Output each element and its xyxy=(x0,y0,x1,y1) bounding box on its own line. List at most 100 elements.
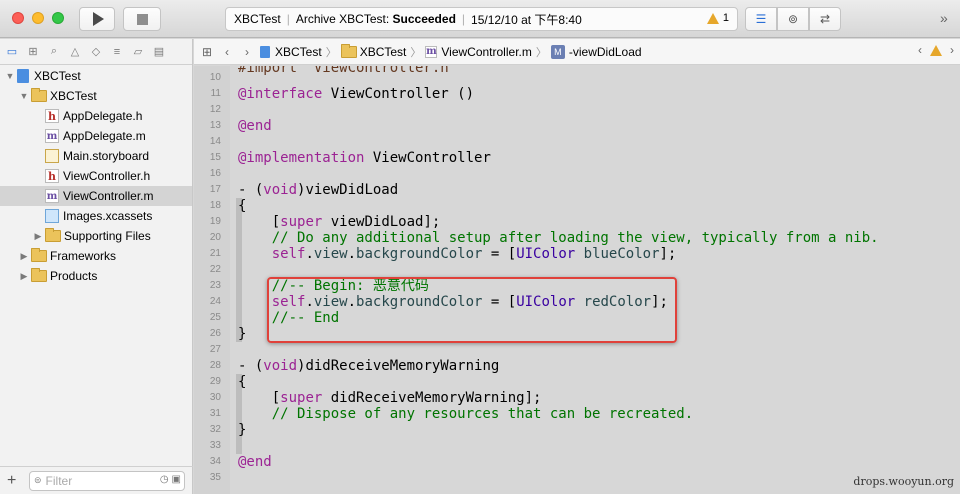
line-number: 27 xyxy=(209,344,221,355)
file-tree-label: ViewController.h xyxy=(63,169,151,183)
breadcrumb-method[interactable]: -viewDidLoad xyxy=(569,45,642,59)
code-line[interactable]: 30 [super didReceiveMemoryWarning]; xyxy=(194,390,960,406)
filter-input[interactable]: ⊜ Filter ◷ ▣ xyxy=(29,470,185,491)
folder-icon xyxy=(340,43,357,58)
debug-icon[interactable]: ≡ xyxy=(110,45,124,59)
line-number: 12 xyxy=(209,104,221,115)
code-line[interactable]: 29 { xyxy=(194,374,960,390)
file-tree-row[interactable]: ▶ Frameworks xyxy=(0,246,192,266)
code-line[interactable]: 20 // Do any additional setup after load… xyxy=(194,230,960,246)
code-line[interactable]: 31 // Dispose of any resources that can … xyxy=(194,406,960,422)
arrows-icon: ⇄ xyxy=(819,12,831,26)
file-tree-label: Images.xcassets xyxy=(63,209,153,223)
disclosure-open-icon[interactable]: ▼ xyxy=(5,71,15,81)
code-line[interactable]: 22 xyxy=(194,262,960,278)
file-tree-row[interactable]: ▶ Products xyxy=(0,266,192,286)
disclosure-closed-icon[interactable]: ▶ xyxy=(19,251,29,262)
code-line[interactable]: 16 xyxy=(194,166,960,182)
close-window-button[interactable] xyxy=(12,12,24,24)
code-line[interactable]: 27 xyxy=(194,342,960,358)
code-line[interactable]: 17 - (void)viewDidLoad xyxy=(194,182,960,198)
recent-icon[interactable]: ◷ xyxy=(160,474,169,485)
line-number: 19 xyxy=(209,216,221,227)
code-line[interactable]: 21 self.view.backgroundColor = [UIColor … xyxy=(194,246,960,262)
folder-icon xyxy=(31,268,47,282)
breadcrumb-group[interactable]: XBCTest xyxy=(360,45,407,59)
code-text: @end xyxy=(238,118,272,134)
file-tree-row[interactable]: h AppDelegate.h xyxy=(0,106,192,126)
highlight-box xyxy=(267,277,677,343)
back-arrow-icon[interactable]: ‹ xyxy=(220,45,234,59)
standard-editor-button[interactable]: ☰ xyxy=(745,7,777,31)
stop-icon xyxy=(136,13,148,25)
file-tree-row[interactable]: Main.storyboard xyxy=(0,146,192,166)
test-icon[interactable]: ◇ xyxy=(89,45,103,59)
warning-icon[interactable] xyxy=(930,44,942,56)
code-line[interactable]: 12 xyxy=(194,102,960,118)
folder-icon[interactable]: ▭ xyxy=(5,45,19,59)
disclosure-open-icon[interactable]: ▼ xyxy=(19,91,29,101)
code-line[interactable]: 18 { xyxy=(194,198,960,214)
asset-catalog-icon xyxy=(45,209,59,223)
code-line[interactable]: 15 @implementation ViewController xyxy=(194,150,960,166)
more-chevron-icon[interactable]: » xyxy=(940,10,948,26)
issue-icon[interactable]: △ xyxy=(68,45,82,59)
code-line[interactable]: 28 - (void)didReceiveMemoryWarning xyxy=(194,358,960,374)
line-number: 13 xyxy=(209,120,221,131)
file-tree-row[interactable]: h ViewController.h xyxy=(0,166,192,186)
disclosure-closed-icon[interactable]: ▶ xyxy=(19,271,29,282)
code-line[interactable]: 14 xyxy=(194,134,960,150)
scm-icon[interactable]: ▣ xyxy=(172,474,181,485)
symbol-icon[interactable]: ⊞ xyxy=(26,45,40,59)
file-tree-row[interactable]: ▼ XBCTest xyxy=(0,66,192,86)
report-icon[interactable]: ▤ xyxy=(152,45,166,59)
m-file-icon: m xyxy=(425,45,438,58)
related-items-icon[interactable]: ⊞ xyxy=(200,45,214,59)
line-number: 24 xyxy=(209,296,221,307)
breadcrumb-project[interactable]: XBCTest xyxy=(275,45,322,59)
code-line[interactable]: 19 [super viewDidLoad]; xyxy=(194,214,960,230)
forward-arrow-icon[interactable]: › xyxy=(240,45,254,59)
assistant-editor-button[interactable]: ⊚ xyxy=(777,7,809,31)
code-line[interactable]: 34 @end xyxy=(194,454,960,470)
editor-mode-group: ☰ ⊚ ⇄ xyxy=(745,7,841,31)
folder-icon xyxy=(31,248,47,262)
file-tree-row[interactable]: ▶ Supporting Files xyxy=(0,226,192,246)
file-tree-row[interactable]: ▼ XBCTest xyxy=(0,86,192,106)
filter-icon: ⊜ xyxy=(34,475,42,485)
code-line[interactable]: 32} xyxy=(194,422,960,438)
code-text: - (void)didReceiveMemoryWarning xyxy=(238,358,500,374)
stop-button[interactable] xyxy=(123,7,161,31)
warning-badge[interactable]: 1 xyxy=(706,12,729,24)
code-line[interactable]: 11 @interface ViewController () xyxy=(194,86,960,102)
line-number: 23 xyxy=(209,280,221,291)
code-line[interactable]: 10 #import "ViewController.h" xyxy=(194,66,960,83)
source-editor[interactable]: 10 #import "ViewController.h" 11 @interface… xyxy=(194,66,960,494)
minimize-window-button[interactable] xyxy=(32,12,44,24)
previous-issue-icon[interactable]: ‹ xyxy=(918,43,922,57)
line-number: 26 xyxy=(209,328,221,339)
breakpoint-icon[interactable]: ▱ xyxy=(131,45,145,59)
line-number: 21 xyxy=(209,248,221,259)
code-line[interactable]: 33 xyxy=(194,438,960,454)
breadcrumb-file[interactable]: ViewController.m xyxy=(441,45,531,59)
file-tree-label: AppDelegate.h xyxy=(63,109,143,123)
zoom-window-button[interactable] xyxy=(52,12,64,24)
project-icon xyxy=(17,69,29,83)
code-line[interactable]: 35 xyxy=(194,470,960,486)
project-icon xyxy=(260,45,270,58)
version-editor-button[interactable]: ⇄ xyxy=(809,7,841,31)
jump-bar: ⊞ ‹ › XBCTest 〉 XBCTest 〉 m ViewControll… xyxy=(194,39,960,65)
disclosure-closed-icon[interactable]: ▶ xyxy=(33,231,43,242)
code-text: @interface ViewController () xyxy=(238,86,475,102)
add-button[interactable]: + xyxy=(7,472,23,490)
run-button[interactable] xyxy=(79,7,115,31)
warning-icon xyxy=(706,12,719,24)
file-tree-row[interactable]: m AppDelegate.m xyxy=(0,126,192,146)
file-tree-row[interactable]: m ViewController.m xyxy=(0,186,192,206)
file-tree-row[interactable]: Images.xcassets xyxy=(0,206,192,226)
next-issue-icon[interactable]: › xyxy=(950,43,954,57)
search-icon[interactable]: ⌕ xyxy=(47,45,61,59)
divider: | xyxy=(286,12,290,26)
code-line[interactable]: 13 @end xyxy=(194,118,960,134)
